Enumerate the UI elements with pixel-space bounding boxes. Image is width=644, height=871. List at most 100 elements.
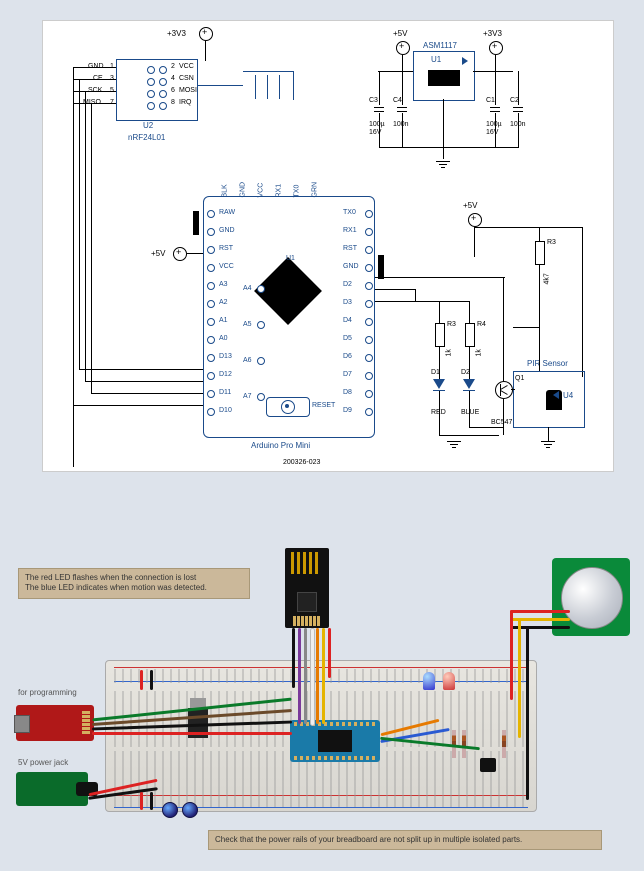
nrf-part: nRF24L01 — [128, 133, 165, 142]
pin-label: D10 — [219, 407, 232, 414]
pin-dot — [365, 210, 373, 218]
pin-dot — [207, 264, 215, 272]
pin-label: A6 — [243, 357, 252, 364]
resistor — [435, 323, 445, 347]
led-red — [443, 672, 455, 690]
pin-label: D13 — [219, 353, 232, 360]
transistor — [495, 381, 513, 399]
arduino-pro-mini-board — [290, 720, 380, 762]
res-ref: R3 — [547, 239, 556, 246]
res-val: 1k — [446, 349, 453, 356]
pin-label: RX1 — [276, 184, 283, 198]
pin-label: A7 — [243, 393, 252, 400]
pin-dot — [365, 336, 373, 344]
pir-dome-icon — [561, 567, 623, 629]
pin-dot — [207, 318, 215, 326]
pin-dot — [207, 408, 215, 416]
pin-dot — [365, 390, 373, 398]
power-jack — [16, 772, 88, 806]
label-5v-reg: +5V — [393, 29, 407, 38]
ground-icon — [447, 441, 461, 442]
pin-dot — [207, 336, 215, 344]
electrolytic-cap — [182, 802, 198, 818]
pin-dot — [257, 285, 265, 293]
pin-label: A1 — [219, 317, 228, 324]
pin-label: D2 — [343, 281, 352, 288]
resistor — [535, 241, 545, 265]
pin-dot — [365, 372, 373, 380]
pin-label: MOSI — [179, 87, 197, 94]
pin-dot — [207, 210, 215, 218]
pin-label: D9 — [343, 407, 352, 414]
pir-module — [552, 558, 630, 636]
cap-val: 100n — [393, 121, 409, 128]
label-3v3-reg: +3V3 — [483, 29, 502, 38]
pin-label: D6 — [343, 353, 352, 360]
drawing-number: 200326-023 — [283, 459, 320, 466]
cap-val: 100µ — [486, 121, 502, 128]
pin-label: A4 — [243, 285, 252, 292]
label-3v3-nrf: +3V3 — [167, 29, 186, 38]
pin-label: TX0 — [343, 209, 356, 216]
pir-ref: U4 — [563, 391, 573, 400]
pin-dot — [257, 357, 265, 365]
pin-num: 2 — [171, 63, 175, 70]
pin-label: TX0 — [294, 185, 301, 198]
callout-power-rails: Check that the power rails of your bread… — [208, 830, 602, 850]
arrow-icon — [462, 57, 468, 65]
led-icon — [463, 379, 475, 389]
pin-num: 4 — [171, 75, 175, 82]
usb-connector-icon — [14, 715, 30, 733]
ground-icon — [436, 161, 450, 162]
pin-label: GND — [219, 227, 235, 234]
arduino-title: Arduino Pro Mini — [251, 441, 310, 450]
res-ref: R4 — [477, 321, 486, 328]
electrolytic-cap — [162, 802, 178, 818]
pin-label: VCC — [219, 263, 234, 270]
pin-label: D8 — [343, 389, 352, 396]
resistor — [465, 323, 475, 347]
reset-button-icon — [266, 397, 310, 417]
pin-label: IRQ — [179, 99, 191, 106]
pin-dot — [257, 321, 265, 329]
pin-num: 6 — [171, 87, 175, 94]
pin-label: RST — [219, 245, 233, 252]
cap-volt: 16V — [486, 129, 498, 136]
schematic-diagram: +3V3 GND 1 CE 3 SCK 5 MISO 7 2 VCC 4 CSN… — [42, 20, 614, 472]
pin-dot — [365, 318, 373, 326]
pin-label: RAW — [219, 209, 235, 216]
pin-label: GND — [240, 182, 247, 198]
connector-icon — [378, 255, 384, 279]
pin-label: D4 — [343, 317, 352, 324]
pin-dot — [365, 354, 373, 362]
pcb-antenna-icon — [291, 552, 321, 574]
pin-label: A3 — [219, 281, 228, 288]
pin-label: D12 — [219, 371, 232, 378]
res-val: 1k — [476, 349, 483, 356]
label-5v-pir: +5V — [463, 201, 477, 210]
pin-label: VCC — [179, 63, 194, 70]
pin-dot — [365, 228, 373, 236]
cap-ref: C3 — [369, 97, 378, 104]
pin-dot — [365, 264, 373, 272]
resistor — [462, 730, 466, 758]
ftdi-programmer — [16, 705, 94, 741]
label-5v-arduino: +5V — [151, 249, 165, 258]
pin-label: GND — [343, 263, 359, 270]
pin-dot — [207, 246, 215, 254]
reset-label: RESET — [312, 402, 335, 409]
antenna-icon — [243, 71, 294, 100]
pin-dot — [207, 300, 215, 308]
pin-dot — [365, 408, 373, 416]
pin-label: A0 — [219, 335, 228, 342]
pin-dot — [365, 282, 373, 290]
pin-label: D3 — [343, 299, 352, 306]
res-ref: R3 — [447, 321, 456, 328]
pin-label: D7 — [343, 371, 352, 378]
pin-label: D5 — [343, 335, 352, 342]
cap-ref: C2 — [510, 97, 519, 104]
power-node-icon — [173, 247, 187, 261]
mcu-chip-icon — [318, 730, 352, 752]
pir-sensor — [513, 371, 585, 428]
pin-label: RST — [343, 245, 357, 252]
